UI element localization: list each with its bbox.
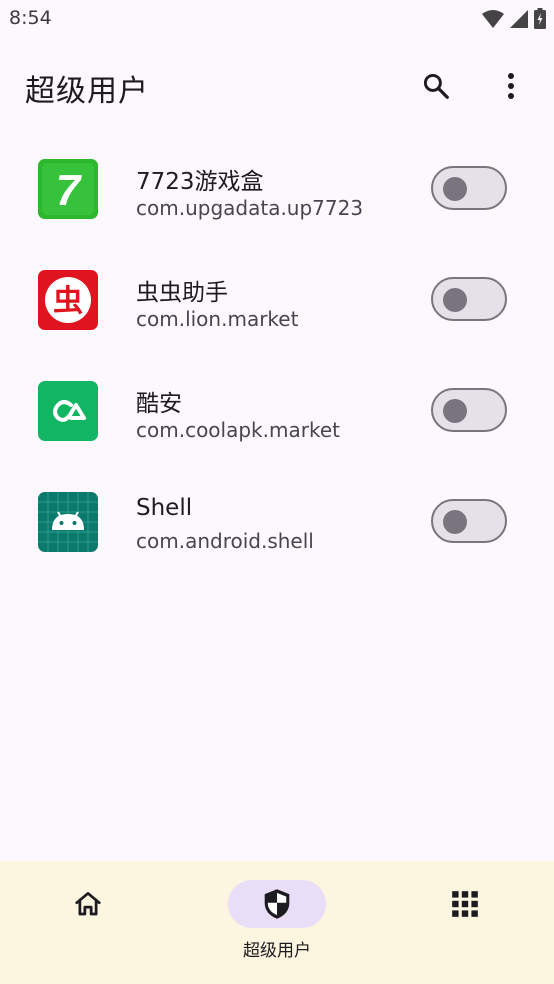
nav-item-superuser[interactable]: 超级用户 — [212, 861, 342, 984]
superuser-toggle[interactable] — [431, 499, 507, 543]
status-icons — [482, 8, 546, 29]
search-button[interactable] — [412, 62, 460, 110]
more-options-button[interactable] — [487, 62, 535, 110]
nav-item-home[interactable] — [38, 861, 138, 984]
signal-icon — [510, 9, 528, 28]
list-item[interactable]: Shell com.android.shell — [0, 467, 554, 578]
top-app-bar: 超级用户 — [0, 50, 554, 122]
toggle-thumb — [443, 510, 467, 534]
app-name: 7723游戏盒 — [136, 169, 264, 195]
app-name: 酷安 — [136, 391, 182, 417]
superuser-toggle[interactable] — [431, 166, 507, 210]
page-title: 超级用户 — [25, 74, 149, 109]
nav-indicator — [39, 880, 137, 928]
nav-indicator — [416, 880, 514, 928]
app-icon-shell — [38, 492, 98, 552]
app-package: com.coolapk.market — [136, 418, 340, 442]
nav-label: 超级用户 — [243, 941, 311, 961]
app-package: com.upgadata.up7723 — [136, 196, 364, 220]
battery-icon — [534, 8, 546, 29]
app-icon-glyph: 虫 — [53, 284, 83, 319]
wifi-icon — [482, 9, 504, 28]
list-item[interactable]: 7 7723游戏盒 com.upgadata.up7723 — [0, 134, 554, 245]
shield-icon — [264, 889, 290, 919]
home-icon — [75, 892, 101, 916]
app-name: Shell — [136, 495, 193, 521]
app-icon-coolapk — [38, 381, 98, 441]
app-icon-chongchong: 虫 — [38, 270, 98, 330]
app-list: 7 7723游戏盒 com.upgadata.up7723 虫 虫虫助手 com… — [0, 134, 554, 578]
superuser-toggle[interactable] — [431, 277, 507, 321]
app-package: com.lion.market — [136, 307, 299, 331]
toggle-thumb — [443, 399, 467, 423]
nav-indicator-active — [228, 880, 326, 928]
list-item[interactable]: 虫 虫虫助手 com.lion.market — [0, 245, 554, 356]
status-time: 8:54 — [9, 7, 52, 29]
toggle-thumb — [443, 288, 467, 312]
app-name: 虫虫助手 — [136, 280, 228, 306]
nav-item-modules[interactable] — [415, 861, 515, 984]
more-vert-icon — [508, 73, 514, 99]
app-icon-glyph: 7 — [56, 166, 83, 215]
bottom-navigation: 超级用户 — [0, 861, 554, 984]
apps-grid-icon — [452, 891, 478, 917]
search-icon — [423, 73, 449, 99]
toggle-thumb — [443, 177, 467, 201]
app-package: com.android.shell — [136, 529, 314, 553]
superuser-toggle[interactable] — [431, 388, 507, 432]
list-item[interactable]: 酷安 com.coolapk.market — [0, 356, 554, 467]
status-bar: 8:54 — [0, 0, 554, 38]
app-icon-7723: 7 — [38, 159, 98, 219]
